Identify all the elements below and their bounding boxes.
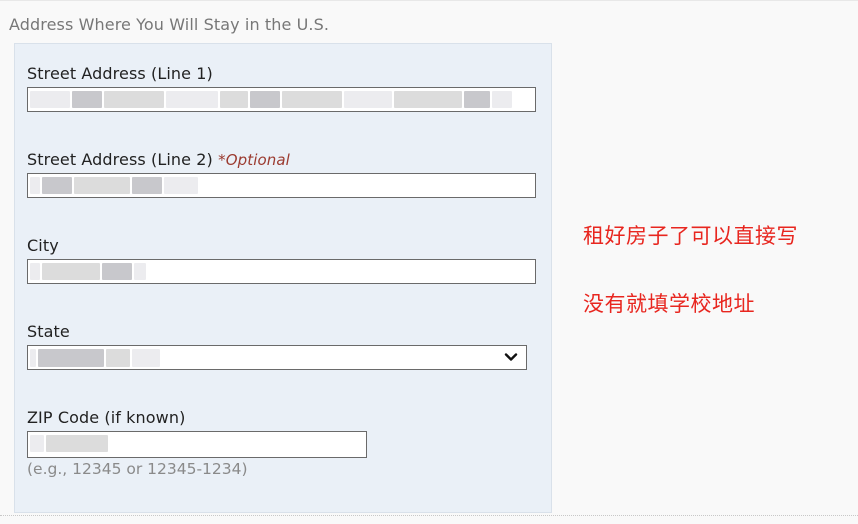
annotation-rented-housing: 租好房子了可以直接写 xyxy=(583,224,798,248)
redacted-text xyxy=(166,91,218,108)
redacted-text xyxy=(394,91,462,108)
city-label: City xyxy=(27,236,59,255)
redacted-text xyxy=(250,91,280,108)
redacted-text xyxy=(42,263,100,280)
city-input[interactable] xyxy=(27,259,536,284)
redacted-text xyxy=(30,91,70,108)
zip-input[interactable] xyxy=(27,431,367,458)
redacted-text xyxy=(30,177,40,194)
zip-format-hint: (e.g., 12345 or 12345-1234) xyxy=(27,460,248,478)
redacted-text xyxy=(42,177,72,194)
redacted-text xyxy=(30,349,36,367)
section-divider xyxy=(0,515,858,516)
redacted-text xyxy=(38,349,104,367)
street2-label-text: Street Address (Line 2) xyxy=(27,150,213,169)
zip-label: ZIP Code (if known) xyxy=(27,408,186,427)
redacted-text xyxy=(72,91,102,108)
redacted-text xyxy=(106,349,130,367)
redacted-text xyxy=(74,177,130,194)
state-select[interactable] xyxy=(27,345,527,370)
optional-marker: *Optional xyxy=(218,151,290,169)
section-title: Address Where You Will Stay in the U.S. xyxy=(9,15,330,34)
redacted-text xyxy=(220,91,248,108)
redacted-text xyxy=(282,91,342,108)
redacted-text xyxy=(492,91,512,108)
redacted-text xyxy=(132,349,160,367)
form-section: Address Where You Will Stay in the U.S. … xyxy=(0,0,858,524)
redacted-text xyxy=(134,263,146,280)
redacted-text xyxy=(46,435,108,452)
redacted-text xyxy=(30,435,44,452)
street2-input[interactable] xyxy=(27,173,536,198)
street1-input[interactable] xyxy=(27,87,536,112)
state-label: State xyxy=(27,322,70,341)
redacted-text xyxy=(132,177,162,194)
annotation-school-address: 没有就填学校地址 xyxy=(583,292,755,316)
redacted-text xyxy=(102,263,132,280)
redacted-text xyxy=(344,91,392,108)
redacted-text xyxy=(104,91,164,108)
street2-label: Street Address (Line 2) *Optional xyxy=(27,150,290,169)
chevron-down-icon[interactable] xyxy=(504,350,518,364)
redacted-text xyxy=(164,177,198,194)
redacted-text xyxy=(30,263,40,280)
redacted-text xyxy=(464,91,490,108)
street1-label: Street Address (Line 1) xyxy=(27,64,213,83)
